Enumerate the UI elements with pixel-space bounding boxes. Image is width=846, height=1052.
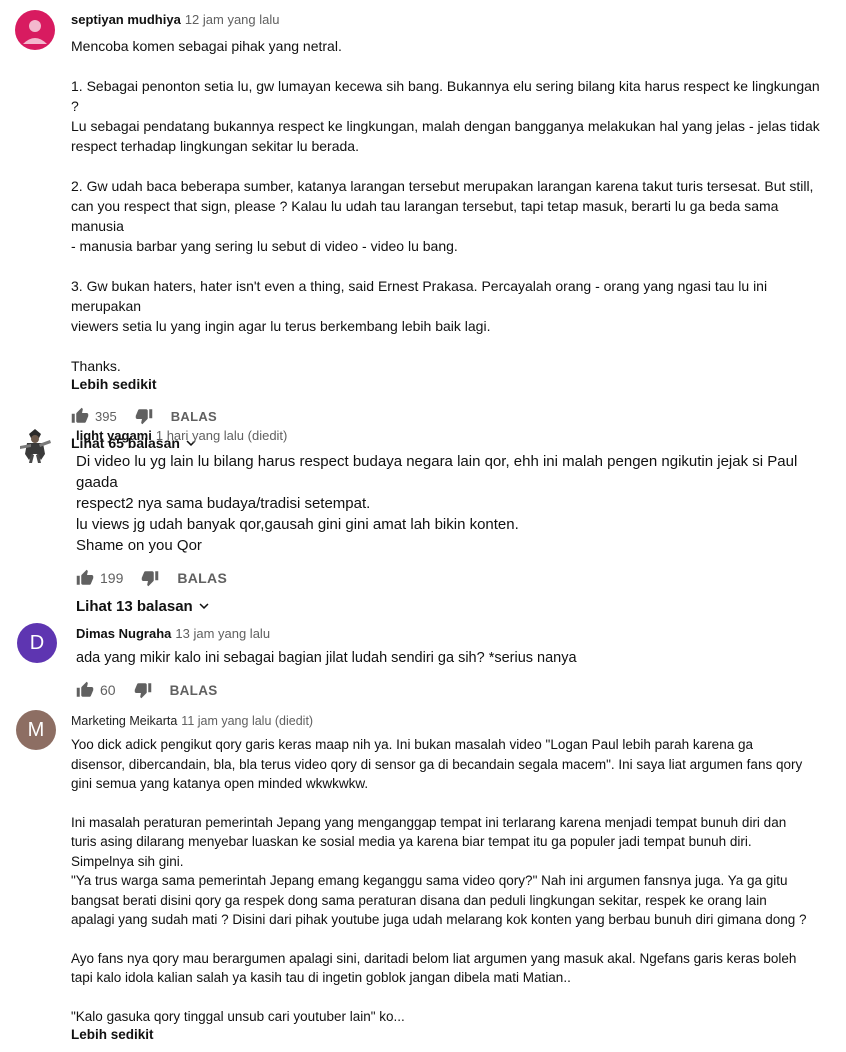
comment-header: septiyan mudhiya 12 jam yang lalu <box>71 12 830 28</box>
comment-time[interactable]: 12 jam yang lalu <box>185 12 280 27</box>
comment-thread: D Dimas Nugraha 13 jam yang lalu ada yang… <box>0 612 846 704</box>
comment-thread: septiyan mudhiya 12 jam yang lalu Mencoba… <box>0 0 846 451</box>
comment-paragraph: Ayo fans nya qory mau berargumen apalagi… <box>71 950 797 986</box>
comment-author[interactable]: septiyan mudhiya <box>71 12 181 27</box>
comment-time[interactable]: 1 hari yang lalu (diedit) <box>156 428 288 443</box>
comment-paragraph: Mencoba komen sebagai pihak yang netral. <box>71 38 342 54</box>
avatar-letter: M <box>27 718 45 741</box>
comment-body: light yagami 1 hari yang lalu (diedit) Di… <box>76 428 830 616</box>
comment-text: ada yang mikir kalo ini sebagai bagian j… <box>76 648 830 668</box>
comment-paragraph: 3. Gw bukan haters, hater isn't even a t… <box>71 278 768 334</box>
like-count: 199 <box>100 570 124 586</box>
user-silhouette-icon <box>23 20 47 44</box>
comment-actions: 60 BALAS <box>76 678 830 702</box>
comment-text: Mencoba komen sebagai pihak yang netral.… <box>71 36 830 376</box>
thumbs-down-icon[interactable] <box>141 569 159 587</box>
comment-header: light yagami 1 hari yang lalu (diedit) <box>76 428 830 444</box>
avatar[interactable]: D <box>17 623 57 663</box>
reply-button[interactable]: BALAS <box>177 570 227 586</box>
thumbs-up-icon[interactable] <box>76 681 94 699</box>
comment-actions: 199 BALAS <box>76 566 830 590</box>
comment-paragraph: Ini masalah peraturan pemerintah Jepang … <box>71 814 807 928</box>
comment-paragraph: ada yang mikir kalo ini sebagai bagian j… <box>76 650 577 666</box>
comment-text: Di video lu yg lain lu bilang harus resp… <box>76 451 830 556</box>
comment-header: Marketing Meikarta 11 jam yang lalu (died… <box>71 713 830 729</box>
reply-button[interactable]: BALAS <box>170 683 218 698</box>
comment-paragraph: Yoo dick adick pengikut qory garis keras… <box>71 737 803 791</box>
comment-body: Marketing Meikarta 11 jam yang lalu (died… <box>71 713 830 1044</box>
comment-paragraph: "Kalo gasuka qory tinggal unsub cari you… <box>71 1008 405 1024</box>
avatar-letter: D <box>29 631 45 654</box>
comment-paragraph: 1. Sebagai penonton setia lu, gw lumayan… <box>71 78 820 154</box>
comment-header: Dimas Nugraha 13 jam yang lalu <box>76 626 830 642</box>
avatar[interactable] <box>15 424 55 464</box>
read-less-button[interactable]: Lebih sedikit <box>71 1027 154 1042</box>
comment-author[interactable]: Marketing Meikarta <box>71 714 177 728</box>
thumbs-up-icon[interactable] <box>76 569 94 587</box>
comment-text: Yoo dick adick pengikut qory garis keras… <box>71 735 830 1026</box>
like-count: 60 <box>100 682 116 698</box>
avatar[interactable]: M <box>16 710 56 750</box>
comment-thread: light yagami 1 hari yang lalu (diedit) Di… <box>0 400 846 615</box>
comment-time[interactable]: 13 jam yang lalu <box>175 626 270 641</box>
read-less-button[interactable]: Lebih sedikit <box>71 376 157 392</box>
comment-paragraph: 2. Gw udah baca beberapa sumber, katanya… <box>71 178 814 254</box>
thumbs-down-icon[interactable] <box>134 681 152 699</box>
comment-thread: M Marketing Meikarta 11 jam yang lalu (di… <box>0 704 846 1052</box>
comment-body: septiyan mudhiya 12 jam yang lalu Mencoba… <box>71 12 830 453</box>
comment-author[interactable]: light yagami <box>76 428 152 443</box>
comment-author[interactable]: Dimas Nugraha <box>76 626 171 641</box>
anime-character-avatar-icon <box>20 429 51 463</box>
comment-time[interactable]: 11 jam yang lalu (diedit) <box>181 714 313 728</box>
comment-paragraph: Di video lu yg lain lu bilang harus resp… <box>76 453 798 554</box>
comment-body: Dimas Nugraha 13 jam yang lalu ada yang m… <box>76 626 830 702</box>
comment-paragraph: Thanks. <box>71 358 121 374</box>
avatar[interactable] <box>15 10 55 50</box>
